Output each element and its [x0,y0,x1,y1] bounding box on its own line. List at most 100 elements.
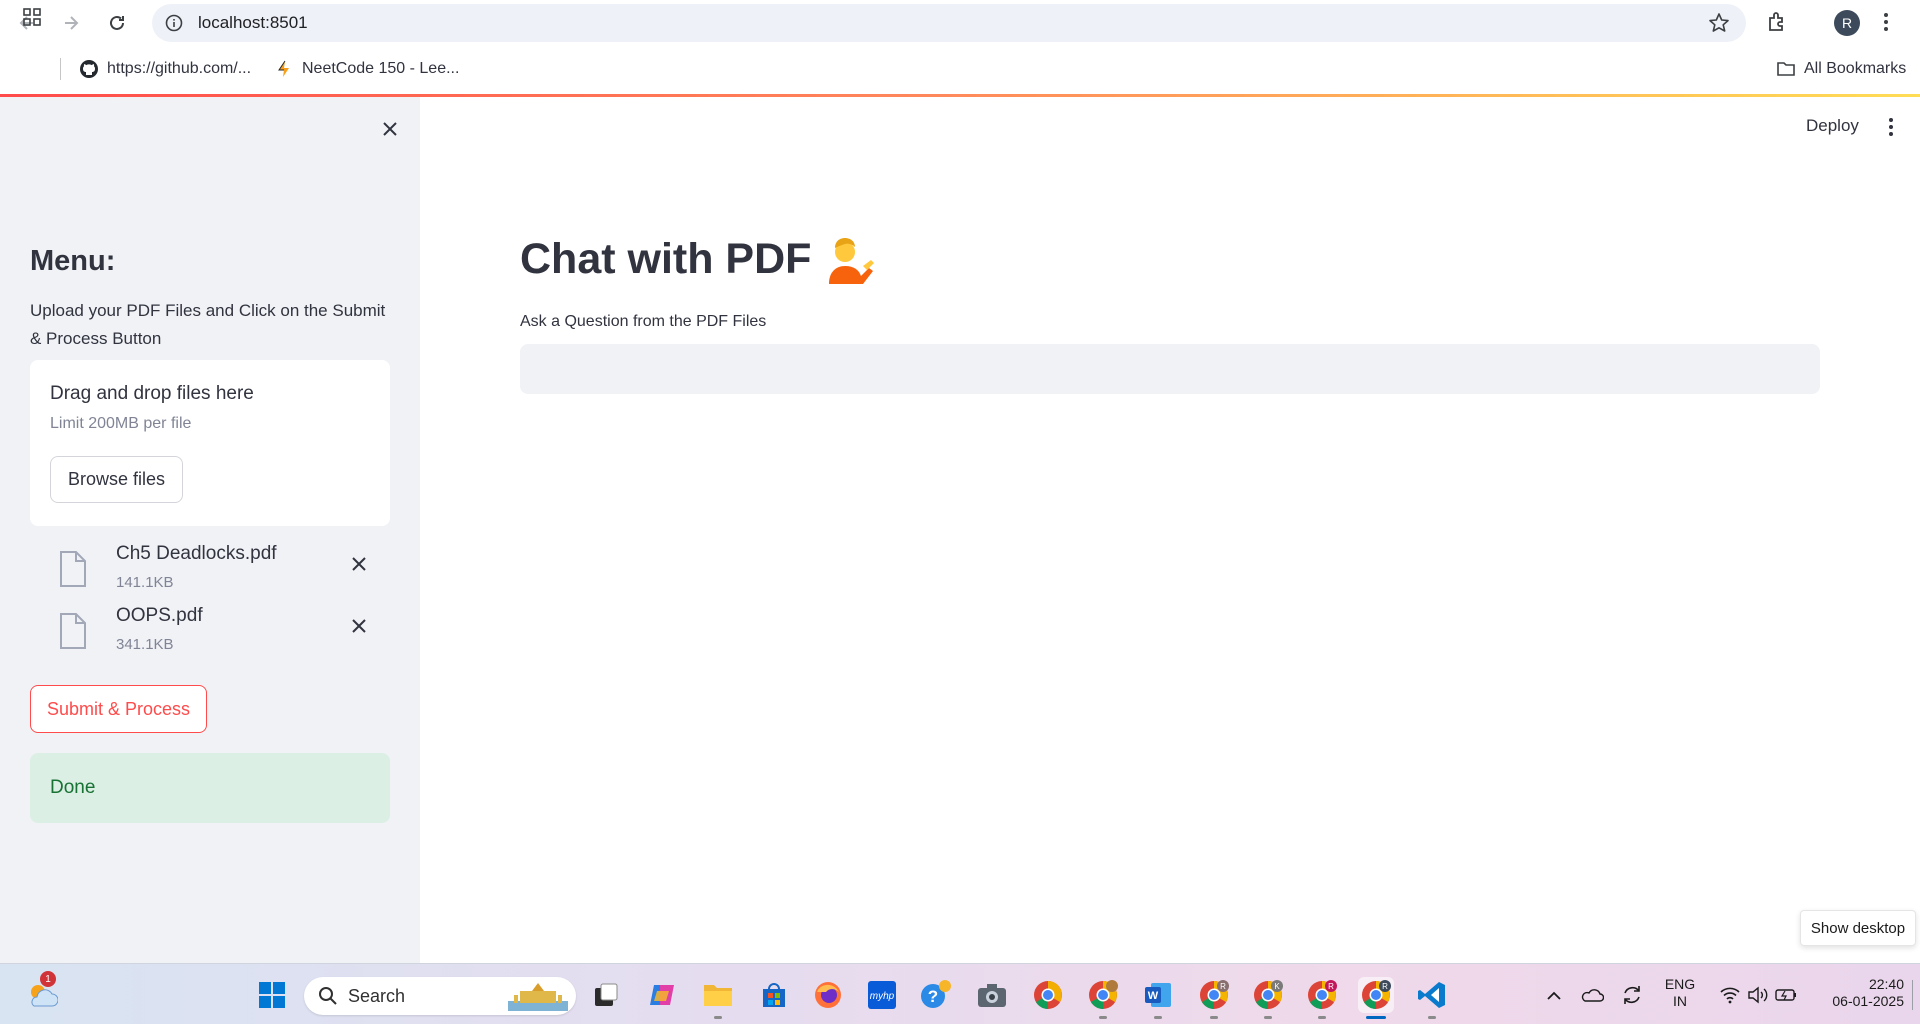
battery-icon[interactable] [1768,977,1804,1013]
deploy-button[interactable]: Deploy [1806,116,1859,136]
svg-text:R: R [1382,982,1388,991]
bookmark-star-icon[interactable] [1708,12,1730,39]
reload-icon [110,15,124,30]
close-icon [352,619,366,633]
remove-file-button[interactable] [346,551,372,577]
task-view-icon[interactable] [588,977,624,1013]
onedrive-icon[interactable] [1574,977,1610,1013]
camera-icon[interactable] [974,977,1010,1013]
uploaded-file-row: Ch5 Deadlocks.pdf 141.1KB [30,543,390,599]
chrome-profile-r-icon[interactable]: R [1196,977,1232,1013]
search-label: Search [348,985,406,1006]
file-dropzone[interactable]: Drag and drop files here Limit 200MB per… [30,360,390,526]
file-name: OOPS.pdf [116,605,203,626]
chrome-menu-icon[interactable] [1882,10,1890,39]
dropzone-limit: Limit 200MB per file [50,415,192,432]
chevron-up-icon [1547,991,1561,1000]
active-indicator [1366,1016,1386,1019]
vscode-icon[interactable] [1414,977,1450,1013]
running-indicator [1210,1016,1218,1019]
windows-taskbar: 1 Search myhp ? W R K R R ENG IN 22:40 0… [0,963,1920,1024]
show-hidden-icons[interactable] [1536,977,1572,1013]
forward-button[interactable] [58,10,84,36]
question-label: Ask a Question from the PDF Files [520,313,767,330]
bookmark-github[interactable]: https://github.com/... [79,58,251,80]
page-title: Chat with PDF [520,235,875,284]
apps-icon[interactable] [22,6,42,28]
running-indicator [1264,1016,1272,1019]
remove-file-button[interactable] [346,613,372,639]
show-desktop-tooltip: Show desktop [1800,910,1916,946]
close-sidebar-button[interactable] [378,117,402,141]
browser-chrome: localhost:8501 R https://github.com/... … [0,0,1920,94]
main-content: Deploy Chat with PDF Ask a Question from… [420,97,1920,963]
close-icon [383,122,397,136]
running-indicator [714,1016,722,1019]
neetcode-icon [278,60,289,77]
input-language[interactable]: ENG IN [1660,976,1700,1010]
submit-process-button[interactable]: Submit & Process [30,685,207,733]
svg-text:K: K [1274,982,1280,991]
bookmark-neetcode[interactable]: NeetCode 150 - Lee... [274,58,459,80]
svg-text:W: W [1148,990,1159,1002]
get-help-icon[interactable]: ? [918,977,954,1013]
file-explorer-icon[interactable] [700,977,736,1013]
running-indicator [1099,1016,1107,1019]
copilot-icon[interactable] [644,977,680,1013]
address-bar[interactable]: localhost:8501 [152,4,1746,42]
profile-avatar[interactable]: R [1834,10,1860,36]
myhp-icon[interactable]: myhp [864,977,900,1013]
browse-files-button[interactable]: Browse files [50,456,183,503]
firefox-icon[interactable] [810,977,846,1013]
person-tipping-hand-emoji-icon [829,237,875,284]
search-highlight-temple-icon [508,983,568,1011]
notification-badge: 1 [40,971,56,987]
svg-text:?: ? [928,987,938,1006]
main-menu-icon[interactable] [1882,115,1900,139]
weather-widget[interactable]: 1 [24,971,60,1013]
sidebar-description: Upload your PDF Files and Click on the S… [30,301,386,348]
chrome-profile-k-icon[interactable]: K [1250,977,1286,1013]
svg-text:R: R [1220,982,1226,991]
success-message: Done [50,777,96,798]
file-size: 141.1KB [116,574,174,591]
chrome-profile-r2-icon[interactable]: R [1304,977,1340,1013]
start-button[interactable] [254,977,290,1013]
search-icon [319,987,337,1005]
language-code: ENG [1664,976,1696,992]
time: 22:40 [1868,976,1904,992]
reload-button[interactable] [104,10,130,36]
running-indicator [1428,1016,1436,1019]
windows-logo-icon [259,982,285,1008]
word-icon[interactable]: W [1140,977,1176,1013]
extensions-icon[interactable] [1766,10,1790,39]
github-icon [80,60,98,78]
file-icon [60,551,86,587]
all-bookmarks-label: All Bookmarks [1804,60,1907,77]
file-icon [60,613,86,649]
all-bookmarks[interactable]: All Bookmarks [1776,58,1906,80]
question-input[interactable] [520,344,1820,394]
running-indicator [1318,1016,1326,1019]
chrome-icon[interactable] [1030,977,1066,1013]
success-alert: Done [30,753,390,823]
bookmarks-divider [60,58,61,80]
clock[interactable]: 22:40 06-01-2025 [1808,976,1904,1010]
sync-icon[interactable] [1614,977,1650,1013]
file-name: Ch5 Deadlocks.pdf [116,543,277,564]
chrome-active-icon[interactable]: R [1358,977,1394,1013]
running-indicator [1154,1016,1162,1019]
file-size: 341.1KB [116,636,174,653]
forward-arrow-icon [65,16,79,30]
url-text: localhost:8501 [198,13,308,32]
taskbar-search[interactable]: Search [304,977,576,1015]
region-code: IN [1673,993,1687,1009]
site-info-icon[interactable] [164,13,184,33]
dropzone-title: Drag and drop files here [50,383,254,404]
bookmark-label: https://github.com/... [107,60,252,77]
microsoft-store-icon[interactable] [756,977,792,1013]
page-title-text: Chat with PDF [520,235,812,283]
chrome-profile-icon[interactable] [1085,977,1121,1013]
show-desktop-edge[interactable] [1912,980,1913,1010]
close-icon [352,557,366,571]
